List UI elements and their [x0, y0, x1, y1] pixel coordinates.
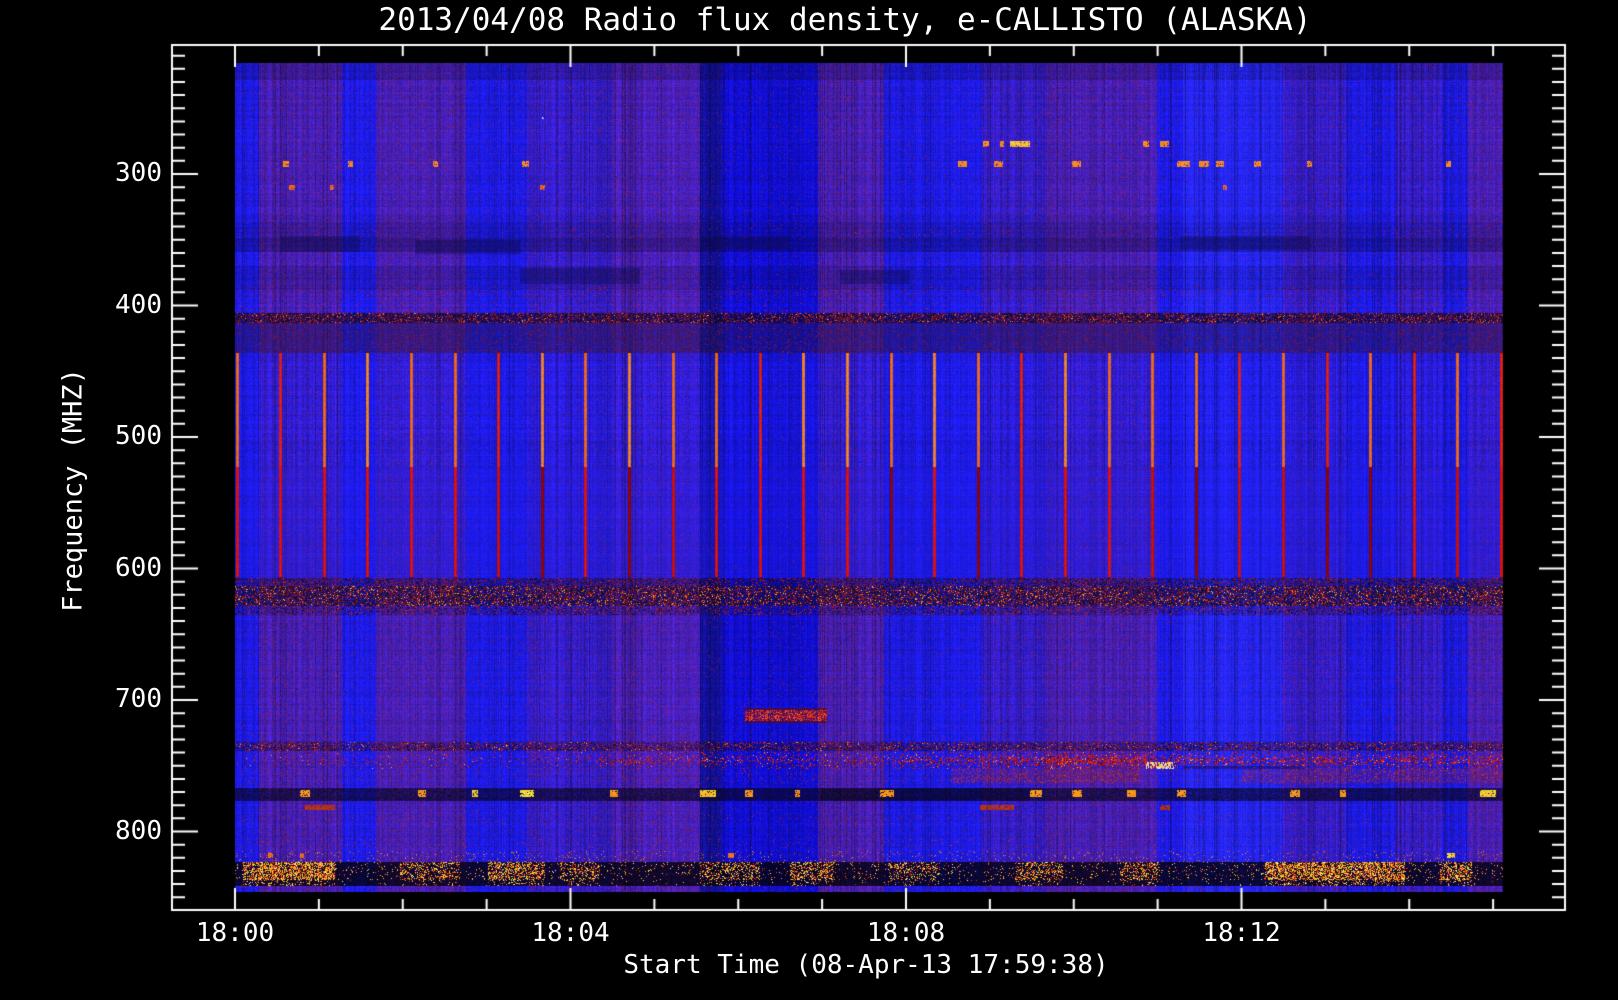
x-tick-label: 18:04 [531, 918, 610, 948]
y-tick-label: 600 [115, 552, 162, 583]
x-tick-label: 18:12 [1202, 918, 1281, 948]
y-tick-label: 400 [115, 289, 162, 320]
x-axis-label: Start Time (08-Apr-13 17:59:38) [623, 950, 1109, 980]
callisto-spectrogram-figure: 2013/04/08 Radio flux density, e-CALLIST… [0, 0, 1618, 1000]
y-tick-label: 700 [115, 684, 162, 714]
chart-title: 2013/04/08 Radio flux density, e-CALLIST… [378, 2, 1312, 38]
y-tick-label: 300 [115, 158, 162, 188]
y-tick-label: 800 [115, 815, 162, 846]
spectrogram-canvas [0, 0, 1618, 1000]
x-tick-label: 18:08 [866, 918, 946, 948]
x-tick-label: 18:00 [195, 918, 275, 948]
y-tick-label: 500 [115, 421, 162, 451]
